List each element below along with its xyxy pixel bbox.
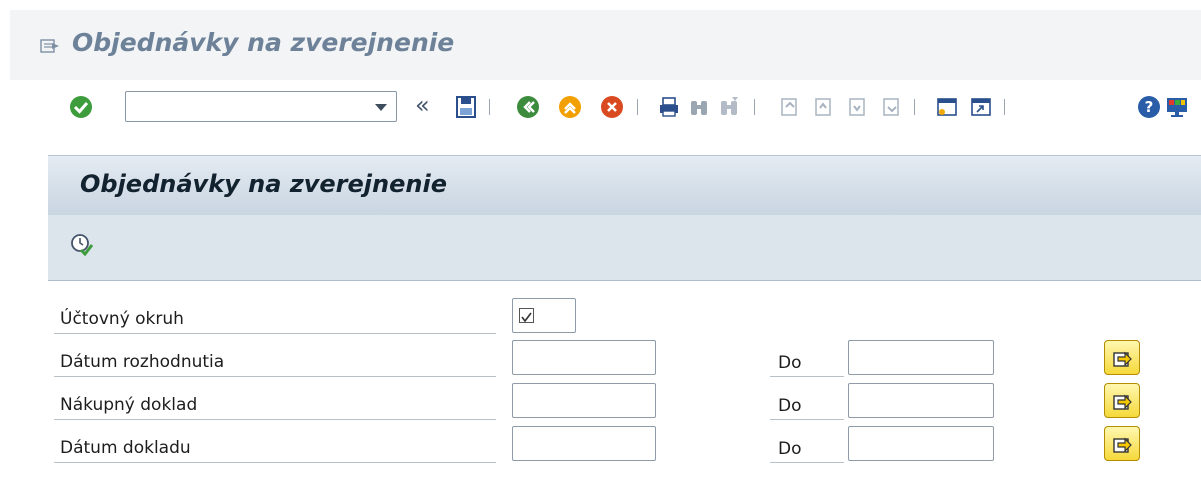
find-next-icon[interactable] [716, 94, 742, 120]
shortcut-icon[interactable] [968, 94, 994, 120]
next-page-icon[interactable] [844, 94, 870, 120]
first-page-icon[interactable] [776, 94, 802, 120]
previous-page-icon[interactable] [810, 94, 836, 120]
multiple-selection-button[interactable] [1104, 426, 1140, 461]
save-icon[interactable] [453, 94, 479, 120]
collapse-toolbar-button[interactable]: « [415, 91, 430, 119]
datum-dokladu-from-field[interactable] [512, 426, 656, 461]
cancel-icon[interactable] [599, 94, 625, 120]
toolbar-separator [914, 99, 915, 115]
execute-clock-icon[interactable] [69, 232, 95, 258]
nakupny-doklad-from-field[interactable] [512, 383, 656, 418]
svg-text:?: ? [1145, 98, 1154, 116]
row-datum-rozhodnutia: Dátum rozhodnutia Do [54, 340, 1154, 378]
exit-icon[interactable] [557, 94, 583, 120]
panel-title: Objednávky na zverejnenie [80, 170, 447, 198]
toolbar-separator [637, 99, 638, 115]
datum-dokladu-from-input[interactable] [513, 427, 655, 460]
label-underline [54, 376, 496, 377]
label-underline [54, 333, 496, 334]
label-do: Do [778, 439, 802, 459]
datum-rozhodnutia-to-field[interactable] [848, 340, 994, 375]
help-icon[interactable]: ? [1136, 94, 1162, 120]
chevron-down-icon[interactable] [375, 104, 387, 111]
nakupny-doklad-from-input[interactable] [513, 384, 655, 417]
toolbar-separator [1004, 99, 1005, 115]
uctovny-okruh-checkbox[interactable] [519, 308, 534, 323]
uctovny-okruh-field[interactable] [512, 298, 576, 333]
menu-icon[interactable] [40, 38, 60, 54]
row-datum-dokladu: Dátum dokladu Do [54, 426, 1154, 464]
command-field[interactable] [125, 91, 397, 122]
datum-rozhodnutia-from-input[interactable] [513, 341, 655, 374]
page-title: Objednávky na zverejnenie [72, 28, 455, 57]
panel-header: Objednávky na zverejnenie [48, 155, 1201, 215]
label-underline [770, 462, 844, 463]
toolbar-separator [489, 99, 490, 115]
row-uctovny-okruh: Účtovný okruh [54, 297, 1154, 335]
datum-dokladu-to-field[interactable] [848, 426, 994, 461]
back-icon[interactable] [515, 94, 541, 120]
label-underline [54, 419, 496, 420]
label-do: Do [778, 353, 802, 373]
application-toolbar [48, 215, 1201, 281]
datum-rozhodnutia-to-input[interactable] [849, 341, 993, 374]
toolbar-separator [754, 99, 755, 115]
label-underline [54, 462, 496, 463]
datum-dokladu-to-input[interactable] [849, 427, 993, 460]
nakupny-doklad-to-input[interactable] [849, 384, 993, 417]
label-nakupny-doklad: Nákupný doklad [60, 395, 198, 415]
nakupny-doklad-to-field[interactable] [848, 383, 994, 418]
find-icon[interactable] [686, 94, 712, 120]
create-session-icon[interactable] [934, 94, 960, 120]
label-datum-rozhodnutia: Dátum rozhodnutia [60, 352, 225, 372]
label-underline [770, 419, 844, 420]
last-page-icon[interactable] [878, 94, 904, 120]
print-icon[interactable] [656, 94, 682, 120]
customize-layout-icon[interactable] [1164, 94, 1190, 120]
row-nakupny-doklad: Nákupný doklad Do [54, 383, 1154, 421]
datum-rozhodnutia-from-field[interactable] [512, 340, 656, 375]
system-toolbar: « ? [0, 82, 1201, 134]
multiple-selection-button[interactable] [1104, 340, 1140, 375]
label-underline [770, 376, 844, 377]
label-uctovny-okruh: Účtovný okruh [60, 309, 184, 329]
multiple-selection-button[interactable] [1104, 383, 1140, 418]
label-do: Do [778, 396, 802, 416]
command-input[interactable] [132, 96, 352, 118]
label-datum-dokladu: Dátum dokladu [60, 438, 191, 458]
enter-icon[interactable] [68, 94, 94, 120]
